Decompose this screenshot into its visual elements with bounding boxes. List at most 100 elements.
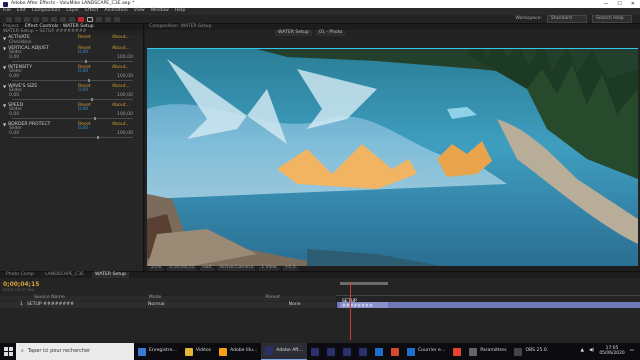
taskbar-app[interactable]: Enregistre...	[134, 343, 181, 360]
brush-tool-icon[interactable]	[105, 16, 111, 22]
menu-layer[interactable]: Layer	[66, 9, 79, 14]
layer-mode[interactable]: Normal	[148, 302, 165, 308]
taskbar-app[interactable]	[339, 343, 355, 360]
zoom-select[interactable]: 25%	[149, 265, 164, 271]
network-icon[interactable]: ▲	[580, 349, 584, 354]
camera-select[interactable]: Active Camera	[217, 265, 256, 271]
selection-tool-icon[interactable]	[15, 16, 21, 22]
timeline-tab-photo-comp[interactable]: Photo Comp	[3, 272, 37, 278]
layer-row[interactable]: 1 SETUP ######## Normal None	[0, 302, 336, 308]
expand-triangle-icon[interactable]: ▼	[3, 36, 6, 41]
app-label: Vidéos	[195, 348, 212, 354]
slider-knob[interactable]	[97, 135, 99, 139]
workspace-area: Workspace: Standard Search Help	[515, 14, 640, 24]
app-icon	[342, 347, 351, 356]
layer-columns-header: Source Name Mode Parent	[0, 296, 336, 301]
zoom-tool-icon[interactable]	[33, 16, 39, 22]
menu-animation[interactable]: Animation	[104, 9, 127, 14]
rotate-tool-icon[interactable]	[42, 16, 48, 22]
resolution-select[interactable]: Half	[200, 265, 214, 271]
timeline-tab-landscape[interactable]: LANDSCAPE_C3E	[42, 272, 87, 278]
hand-tool-icon[interactable]	[24, 16, 30, 22]
effect-property[interactable]: Checkbox	[0, 39, 143, 46]
effect-group: ▼ BORDER PROTECT Reset About... Slider 0,00 0,…	[0, 122, 143, 141]
tab-composition[interactable]: Composition: WATER Setup	[149, 24, 212, 30]
effect-slider[interactable]	[12, 97, 133, 103]
comp-tab-water-setup[interactable]: WATER Setup	[275, 29, 312, 37]
effect-slider[interactable]	[12, 78, 133, 84]
taskbar-app[interactable]	[307, 343, 323, 360]
volume-icon[interactable]: ◀)	[589, 349, 594, 354]
taskbar-app[interactable]	[387, 343, 403, 360]
clock[interactable]: 17:05 05/06/2020	[599, 346, 624, 357]
slider-knob[interactable]	[91, 97, 93, 101]
home-tool-icon[interactable]	[6, 16, 12, 22]
taskbar-app[interactable]: Courrier e...	[403, 343, 449, 360]
property-label: Checkbox	[9, 39, 32, 45]
layer-index: 1	[20, 301, 23, 307]
expand-triangle-icon[interactable]: ▼	[3, 66, 6, 70]
tools-bar: Workspace: Standard Search Help	[0, 14, 640, 24]
taskbar-app[interactable]	[449, 343, 465, 360]
layer-duration-bar[interactable]: SETUP ########	[337, 300, 640, 309]
effect-slider[interactable]	[12, 116, 133, 122]
taskbar-app[interactable]	[323, 343, 339, 360]
taskbar-app[interactable]: Paramètres	[465, 343, 510, 360]
app-icon	[265, 347, 274, 355]
work-area-bar[interactable]	[340, 282, 388, 285]
comp-tabs: WATER Setup 01 - Photo	[145, 29, 640, 37]
menu-edit[interactable]: Edit	[17, 9, 26, 14]
expand-triangle-icon[interactable]: ▼	[3, 104, 6, 108]
playhead[interactable]	[350, 282, 351, 340]
mask-tool-icon[interactable]	[69, 16, 75, 22]
pen-tool-icon[interactable]	[78, 16, 84, 22]
puppet-tool-icon[interactable]	[114, 16, 120, 22]
notifications-icon[interactable]: ▭	[630, 349, 634, 354]
taskbar-search[interactable]: ⌕ Taper ici pour rechercher	[16, 343, 134, 360]
exposure-value[interactable]: +0,0	[282, 265, 298, 271]
expand-triangle-icon[interactable]: ▼	[3, 85, 6, 89]
taskbar-app[interactable]	[355, 343, 371, 360]
camera-tool-icon[interactable]	[51, 16, 57, 22]
menu-file[interactable]: File	[3, 9, 11, 14]
shape-tool-icon[interactable]	[87, 16, 93, 22]
timeline-tab-water-setup[interactable]: WATER Setup	[92, 272, 129, 278]
timeline-tabs: Photo Comp LANDSCAPE_C3E WATER Setup	[0, 272, 640, 278]
help-search-input[interactable]: Search Help	[592, 14, 632, 24]
slider-knob[interactable]	[85, 59, 87, 63]
menu-composition[interactable]: Composition	[32, 9, 61, 14]
layer-name[interactable]: SETUP ########	[27, 302, 74, 308]
app-icon	[184, 347, 193, 356]
minimize-icon[interactable]: —	[603, 1, 608, 7]
taskbar-app[interactable]	[371, 343, 387, 360]
expand-triangle-icon[interactable]: ▼	[3, 123, 6, 127]
menu-view[interactable]: View	[134, 9, 145, 14]
expand-triangle-icon[interactable]: ▼	[3, 47, 6, 51]
current-time[interactable]: 0;00;04;15	[167, 265, 197, 271]
taskbar-app[interactable]: Adobe Aft...	[261, 343, 307, 360]
effect-slider[interactable]	[12, 135, 133, 141]
menu-window[interactable]: Window	[151, 9, 169, 14]
taskbar-app[interactable]: OBS 25.0.	[510, 343, 552, 360]
comp-tab-photo[interactable]: 01 - Photo	[315, 29, 346, 37]
slider-knob[interactable]	[94, 116, 96, 120]
landscape-lake-image[interactable]	[147, 49, 638, 291]
effect-slider[interactable]	[12, 59, 133, 65]
menu-effect[interactable]: Effect	[85, 9, 98, 14]
maximize-icon[interactable]: ☐	[617, 1, 621, 7]
workspace-select[interactable]: Standard	[547, 14, 587, 24]
layer-parent[interactable]: None	[289, 302, 301, 308]
slider-knob[interactable]	[88, 78, 90, 82]
pan-tool-icon[interactable]	[60, 16, 66, 22]
type-tool-icon[interactable]	[96, 16, 102, 22]
system-tray: ▲ ◀) 17:05 05/06/2020 ▭	[580, 346, 640, 357]
taskbar-app[interactable]: Vidéos	[181, 343, 215, 360]
layer-bar-label: SETUP ########	[340, 300, 388, 309]
taskbar-search-placeholder: Taper ici pour rechercher	[27, 348, 91, 354]
close-icon[interactable]: ✕	[631, 1, 635, 7]
views-select[interactable]: 1 View	[259, 265, 279, 271]
app-icon	[406, 347, 415, 356]
start-button[interactable]	[0, 343, 16, 360]
menu-help[interactable]: Help	[175, 9, 185, 14]
taskbar-app[interactable]: Adobe Illu...	[215, 343, 261, 360]
